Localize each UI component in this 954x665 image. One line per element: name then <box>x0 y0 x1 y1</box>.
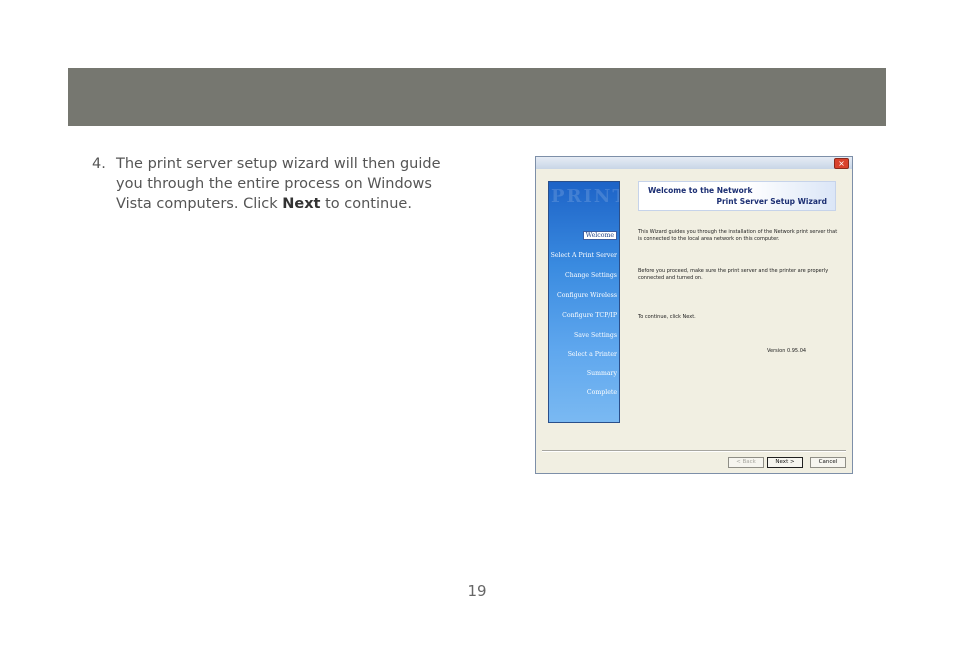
wizard-step-configure-tcpip: Configure TCP/IP <box>562 312 617 319</box>
step-4-instruction: 4. The print server setup wizard will th… <box>92 154 442 214</box>
cancel-button[interactable]: Cancel <box>810 457 846 468</box>
close-icon[interactable]: × <box>834 158 849 169</box>
banner-title-line2: Print Server Setup Wizard <box>716 197 827 206</box>
step-text-after: to continue. <box>320 196 412 212</box>
next-button[interactable]: Next > <box>767 457 803 468</box>
page-number: 19 <box>467 582 487 600</box>
step-text: The print server setup wizard will then … <box>116 154 442 214</box>
wizard-step-summary: Summary <box>586 370 617 377</box>
back-button[interactable]: < Back <box>728 457 764 468</box>
wizard-divider <box>542 450 846 452</box>
wizard-step-select-printer: Select a Printer <box>567 351 617 358</box>
wizard-step-select-print-server: Select A Print Server <box>550 252 617 259</box>
header-band <box>68 68 886 126</box>
wizard-version: Version 0.95.04 <box>767 348 807 354</box>
step-bold-word: Next <box>282 196 321 212</box>
wizard-step-configure-wireless: Configure Wireless <box>557 292 617 299</box>
side-panel-watermark: PRINT <box>551 186 619 207</box>
wizard-step-complete: Complete <box>586 389 617 396</box>
step-number: 4. <box>92 156 106 172</box>
banner-title-line1: Welcome to the Network <box>648 186 753 195</box>
wizard-step-welcome: Welcome <box>582 231 617 240</box>
wizard-titlebar: × <box>536 157 852 169</box>
wizard-banner: Welcome to the Network Print Server Setu… <box>638 181 836 211</box>
wizard-step-change-settings: Change Settings <box>565 272 617 279</box>
wizard-side-panel: PRINT <box>548 181 620 423</box>
wizard-paragraph-intro: This Wizard guides you through the insta… <box>638 229 838 242</box>
wizard-paragraph-continue: To continue, click Next. <box>638 314 696 320</box>
wizard-step-save-settings: Save Settings <box>573 332 617 339</box>
wizard-paragraph-proceed: Before you proceed, make sure the print … <box>638 268 829 281</box>
